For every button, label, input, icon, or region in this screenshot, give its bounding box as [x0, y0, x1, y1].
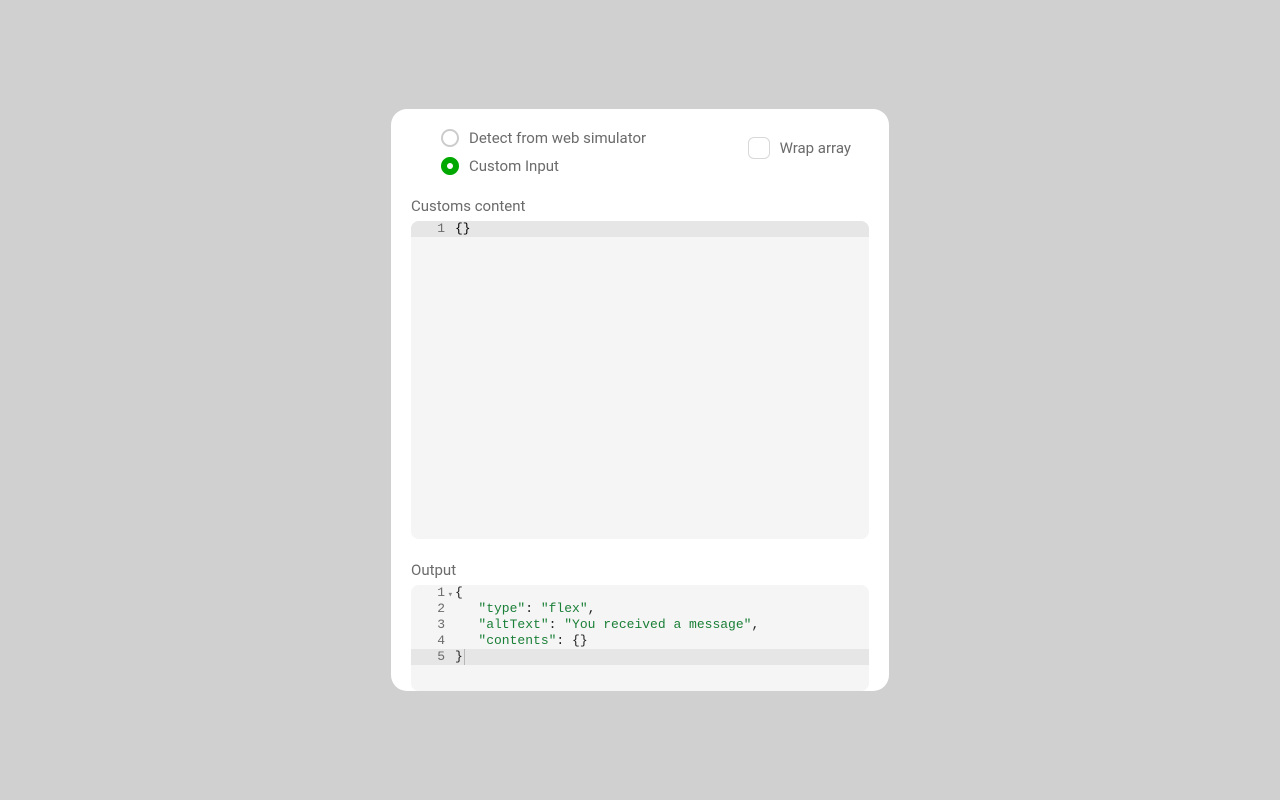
cursor-icon: [464, 649, 465, 665]
config-card: Detect from web simulator Custom Input W…: [391, 109, 889, 691]
line-number: 1: [411, 221, 451, 237]
radio-label: Detect from web simulator: [469, 129, 646, 147]
line-number: 2: [411, 601, 451, 617]
output-label: Output: [411, 561, 859, 579]
code-content: }: [451, 649, 869, 665]
editor-line: 1▾ {: [411, 585, 869, 601]
radio-label: Custom Input: [469, 157, 559, 175]
code-content: "contents": {}: [451, 633, 869, 649]
line-number: 3: [411, 617, 451, 633]
editor-line: 1 {}: [411, 221, 869, 237]
radio-detect-option[interactable]: Detect from web simulator: [441, 129, 646, 147]
line-number: 4: [411, 633, 451, 649]
top-controls-row: Detect from web simulator Custom Input W…: [421, 129, 859, 175]
output-editor[interactable]: 1▾ { 2 "type": "flex", 3 "altText": "You…: [411, 585, 869, 691]
editor-line: 4 "contents": {}: [411, 633, 869, 649]
line-number: 5: [411, 649, 451, 665]
wrap-array-checkbox[interactable]: Wrap array: [748, 137, 851, 159]
radio-icon: [441, 129, 459, 147]
editor-line: 3 "altText": "You received a message",: [411, 617, 869, 633]
customs-content-editor[interactable]: 1 {}: [411, 221, 869, 539]
input-source-radio-group: Detect from web simulator Custom Input: [421, 129, 646, 175]
checkbox-label: Wrap array: [780, 139, 851, 157]
line-number: 1▾: [411, 585, 451, 601]
checkbox-icon: [748, 137, 770, 159]
code-content: {: [451, 585, 869, 601]
editor-line: 2 "type": "flex",: [411, 601, 869, 617]
radio-custom-option[interactable]: Custom Input: [441, 157, 646, 175]
code-content: {}: [451, 221, 869, 237]
radio-icon: [441, 157, 459, 175]
code-content: "type": "flex",: [451, 601, 869, 617]
editor-line: 5 }: [411, 649, 869, 665]
customs-content-label: Customs content: [411, 197, 859, 215]
code-content: "altText": "You received a message",: [451, 617, 869, 633]
